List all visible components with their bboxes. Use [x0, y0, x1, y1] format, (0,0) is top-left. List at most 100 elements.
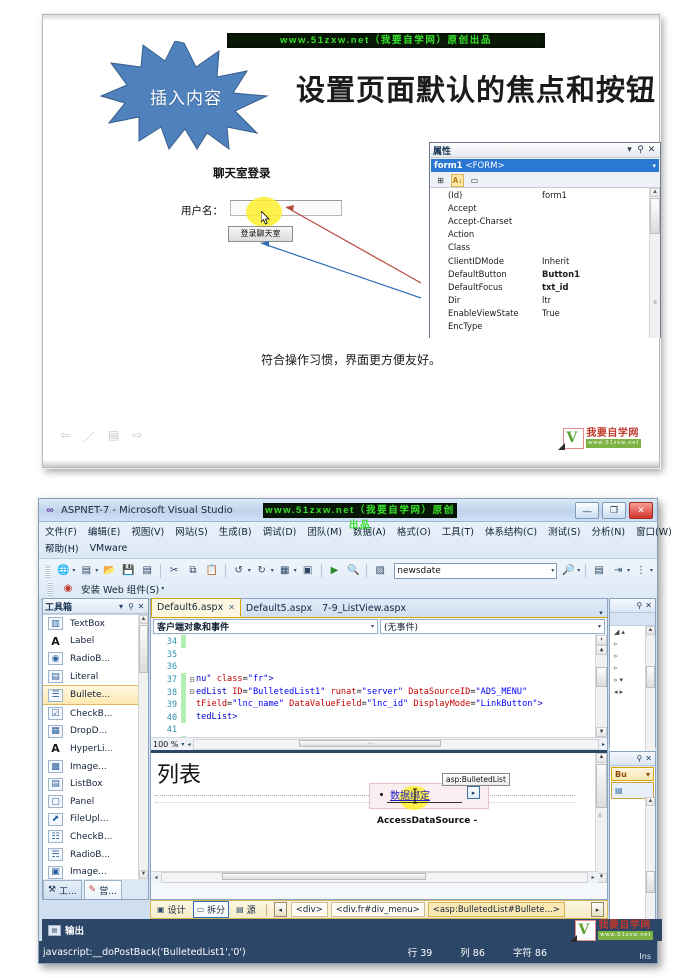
more-icon[interactable]: ⋮ — [633, 562, 649, 580]
pin-icon[interactable]: ⚲ — [635, 145, 646, 155]
refresh-icon[interactable]: ▣ — [300, 562, 316, 580]
view-in-browser-icon[interactable]: 🔍 — [345, 562, 361, 580]
toolbox-item-10[interactable]: ▢ Panel — [43, 793, 148, 811]
scroll-down-icon[interactable]: ▼ — [596, 727, 607, 737]
chevron-down-icon[interactable]: ▾ — [646, 770, 650, 779]
new-item-icon[interactable]: ▤ — [78, 562, 94, 580]
code-vertical-scrollbar[interactable]: ⬍ ▲ ▼ — [595, 635, 607, 737]
dropdown-icon[interactable]: ▾ — [116, 602, 126, 611]
chevron-down-icon[interactable]: ▾ — [181, 741, 184, 748]
scroll-left-icon[interactable]: ◂ — [151, 874, 161, 881]
menu-item-1[interactable]: 编辑(E) — [88, 524, 120, 538]
install-web-components-label[interactable]: 安装 Web 组件(S) — [81, 582, 159, 596]
property-value[interactable]: Inherit — [538, 256, 660, 266]
property-value[interactable]: form1 — [538, 190, 660, 200]
code-line[interactable]: 41 — [151, 723, 607, 736]
fold-icon[interactable]: ⊟ — [188, 675, 196, 684]
pen-icon[interactable]: ／ — [83, 428, 95, 445]
breadcrumb-next-button[interactable]: ▸ — [591, 902, 604, 917]
close-icon[interactable]: ✕ — [136, 602, 146, 611]
chevron-down-icon[interactable]: ▾ — [577, 567, 580, 574]
open-file-icon[interactable]: 📂 — [101, 562, 117, 580]
dock1-body[interactable]: ◢ ▴ ▹ ▹ ▹ ▹ ▾ ◂ ▸ ▲ — [610, 613, 655, 762]
code-line[interactable]: 39 tField="lnc_name" DataValueField="lnc_… — [151, 697, 607, 711]
property-pages-icon[interactable]: ▭ — [468, 174, 481, 187]
property-value[interactable]: ltr — [538, 295, 660, 305]
property-row[interactable]: Accept-Charset — [430, 214, 660, 227]
next-icon[interactable]: ⇨ — [132, 428, 142, 445]
scroll-thumb[interactable] — [650, 198, 660, 234]
toolbox-item-8[interactable]: ▩ Image... — [43, 758, 148, 776]
property-value[interactable]: Button1 — [538, 269, 660, 279]
scroll-thumb[interactable] — [221, 873, 426, 880]
scroll-right-icon[interactable]: ▸ — [588, 874, 598, 881]
menu-item-12[interactable]: 分析(N) — [592, 524, 626, 538]
solution-config-combo[interactable]: newsdate ▾ — [394, 562, 558, 579]
menu-item-9[interactable]: 工具(T) — [442, 524, 474, 538]
breadcrumb-item-2[interactable]: <asp:BulletedList#Bullete...> — [427, 902, 565, 917]
chevron-down-icon[interactable]: ▾ — [652, 162, 656, 170]
breadcrumb-item-0[interactable]: <div> — [290, 902, 328, 917]
dock2-object-combo[interactable]: Bu ▾ — [611, 767, 654, 781]
menu-item-2[interactable]: 视图(V) — [131, 524, 164, 538]
property-value[interactable]: True — [538, 308, 660, 318]
property-row[interactable]: DefaultFocus txt_id — [430, 280, 660, 293]
chevron-down-icon[interactable]: ▾ — [95, 567, 98, 574]
event-combo[interactable]: (无事件) ▾ — [380, 619, 605, 634]
editor-tab-0[interactable]: Default6.aspx ✕ — [151, 598, 241, 617]
chevron-down-icon[interactable]: ▾ — [271, 567, 274, 574]
close-icon[interactable]: ✕ — [228, 603, 235, 612]
chevron-down-icon[interactable]: ▾ — [551, 567, 554, 574]
menu-item-8[interactable]: 格式(O) — [397, 524, 431, 538]
restore-button[interactable]: ❐ — [602, 502, 626, 519]
dock2-scrollbar[interactable]: ▲ ▼ — [645, 797, 655, 933]
start-debug-icon[interactable]: ▶ — [327, 562, 343, 580]
script-icon[interactable]: ▨ — [372, 562, 388, 580]
scroll-right-icon[interactable]: ▸ — [602, 741, 605, 748]
login-button[interactable]: 登录聊天室 — [228, 226, 293, 242]
menu-item-13[interactable]: 窗口(W) — [636, 524, 672, 538]
save-all-icon[interactable]: ▤ — [139, 562, 155, 580]
dock-tab-server-explorer[interactable]: ✎ 営... — [83, 880, 122, 899]
comment-icon[interactable]: ▤ — [591, 562, 607, 580]
chevron-down-icon[interactable]: ▾ — [598, 623, 601, 630]
fold-icon[interactable]: ⊟ — [188, 687, 196, 696]
toolbox-item-7[interactable]: A HyperLi... — [43, 740, 148, 758]
menu-item-6[interactable]: 团队(M) — [307, 524, 342, 538]
editor-tab-1[interactable]: Default5.aspx — [241, 600, 317, 617]
property-row[interactable]: Class — [430, 241, 660, 254]
dropdown-icon[interactable]: ▾ — [624, 145, 635, 155]
chevron-down-icon[interactable]: ▾ — [627, 567, 630, 574]
minimize-button[interactable]: — — [575, 502, 599, 519]
new-project-icon[interactable]: 🌐 — [55, 562, 71, 580]
code-line[interactable]: 40 tedList> — [151, 710, 607, 724]
chevron-down-icon[interactable]: ▾ — [650, 567, 653, 574]
pin-icon[interactable]: ⚲ — [636, 754, 642, 763]
code-editor[interactable]: 34 35 36 37 ⊟ nu" class="fr"> 38 ⊟ edList ID="Bu… — [151, 635, 607, 737]
scroll-up-icon[interactable]: ▲ — [596, 645, 607, 655]
design-horizontal-scrollbar[interactable]: ◂ ▸ — [151, 871, 598, 883]
scroll-thumb[interactable] — [646, 871, 655, 893]
property-row[interactable]: EnableViewState True — [430, 307, 660, 320]
scroll-up-icon[interactable]: ▲ — [596, 753, 607, 763]
pin-icon[interactable]: ⚲ — [636, 601, 642, 610]
code-line[interactable]: 37 ⊟ nu" class="fr"> — [151, 672, 607, 686]
find-icon[interactable]: 🔎 — [560, 562, 576, 580]
property-row[interactable]: ClientIDMode Inherit — [430, 254, 660, 267]
toolbox-item-4[interactable]: ☰ Bullete... — [43, 685, 148, 705]
smart-tag-button[interactable]: ▸ — [467, 786, 480, 799]
toolbar-grip[interactable] — [45, 563, 51, 578]
scroll-up-icon[interactable]: ▲ — [650, 188, 660, 197]
scroll-thumb[interactable] — [646, 666, 655, 688]
cut-icon[interactable]: ✂ — [166, 562, 182, 580]
output-panel-header[interactable]: ▤ 输出 — [42, 919, 662, 941]
property-row[interactable]: Dir ltr — [430, 294, 660, 307]
zoom-level[interactable]: 100 % — [153, 740, 178, 749]
close-button[interactable]: ✕ — [629, 502, 653, 519]
dock2-body[interactable]: Bu ▾ ▤ ▲ ▼ — [610, 767, 655, 933]
code-hscroll-track[interactable]: ⋯ — [193, 738, 599, 750]
install-web-components-icon[interactable]: ◉ — [59, 580, 77, 598]
undo-icon[interactable]: ↺ — [231, 562, 247, 580]
breadcrumb-item-1[interactable]: <div.fr#div_menu> — [330, 902, 425, 917]
design-surface[interactable]: 列表 asp:BulletedList 数据绑定 ▸ AccessDataSou… — [151, 750, 607, 883]
